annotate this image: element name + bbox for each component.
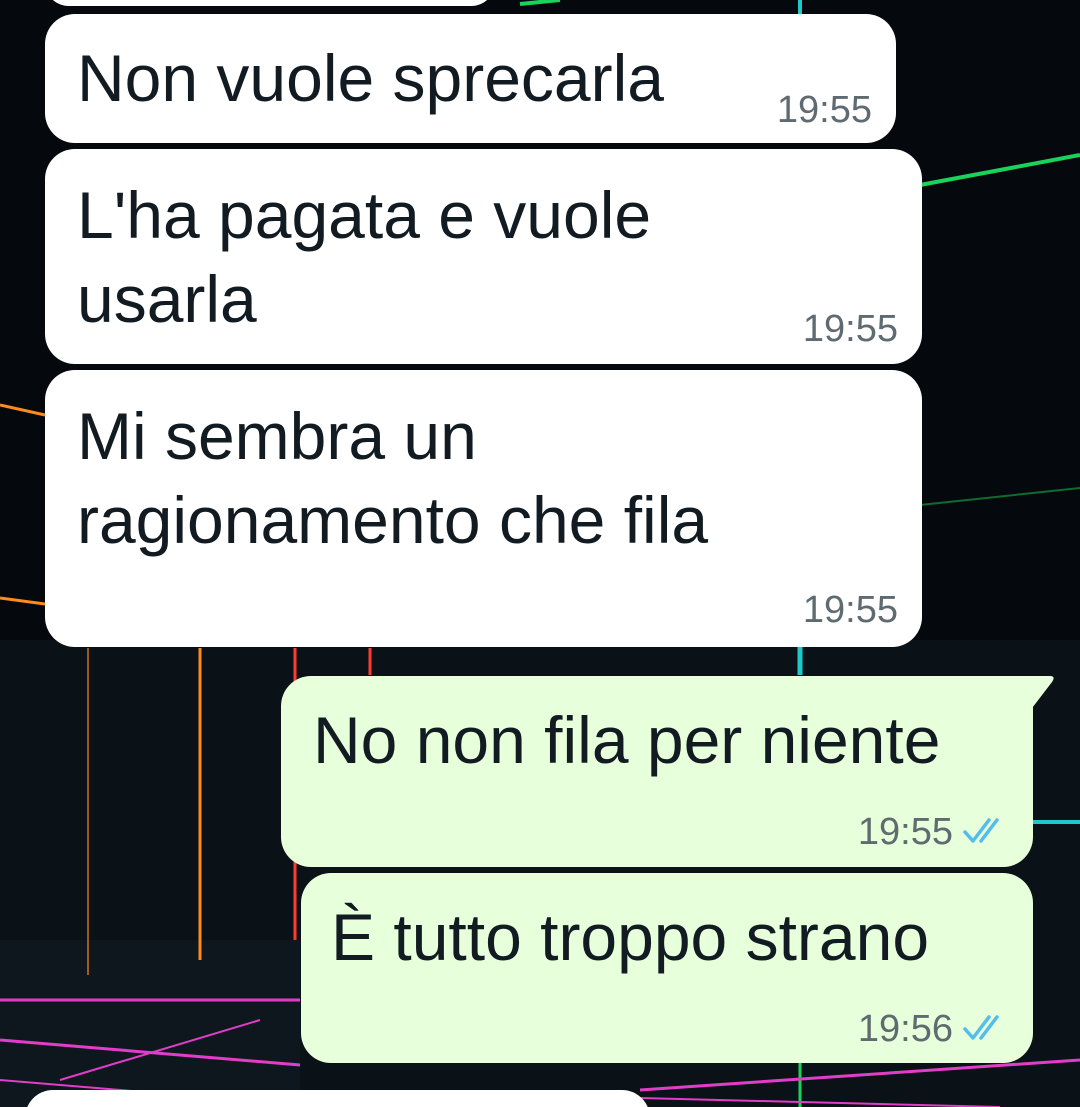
message-incoming-2[interactable]: L'ha pagata e vuole usarla 19:55 <box>45 149 922 364</box>
message-text: Mi sembra un ragionamento che fila <box>77 399 709 557</box>
message-outgoing-1[interactable]: No non fila per niente 19:55 <box>281 676 1033 867</box>
double-check-icon <box>963 818 999 843</box>
message-timestamp: 19:56 <box>857 1008 953 1050</box>
message-timestamp: 19:55 <box>857 811 953 853</box>
message-timestamp: 19:55 <box>802 308 898 350</box>
double-check-icon <box>963 1015 999 1040</box>
message-text: È tutto troppo strano <box>331 900 930 974</box>
message-timestamp: 19:55 <box>802 589 898 631</box>
message-incoming-1[interactable]: Non vuole sprecarla 19:55 <box>45 14 896 143</box>
message-timestamp: 19:55 <box>776 89 872 131</box>
message-outgoing-2[interactable]: È tutto troppo strano 19:56 <box>301 873 1033 1063</box>
message-text: Non vuole sprecarla <box>77 41 664 115</box>
message-text: No non fila per niente <box>313 703 941 777</box>
message-text: L'ha pagata e vuole usarla <box>77 178 652 336</box>
message-incoming-3[interactable]: Mi sembra un ragionamento che fila 19:55 <box>45 370 922 647</box>
